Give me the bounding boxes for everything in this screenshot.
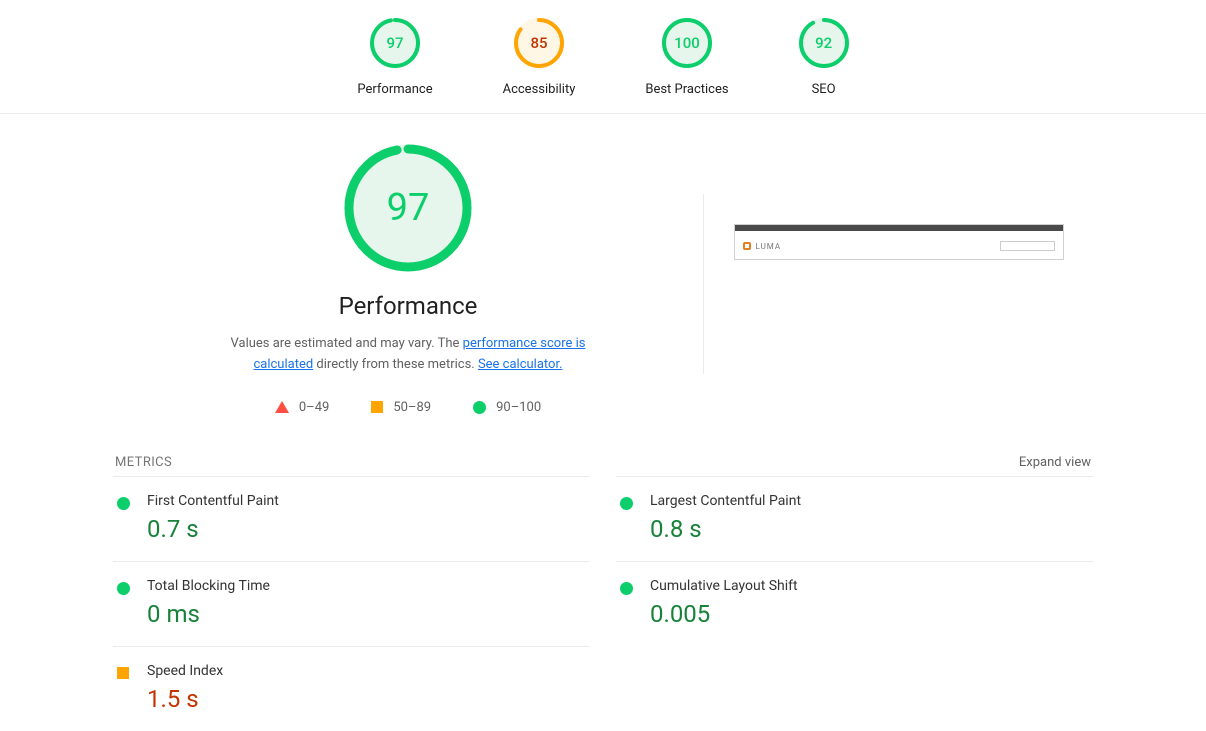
see-calculator-link[interactable]: See calculator.: [478, 357, 563, 372]
thumbnail-brand: LUMA: [756, 242, 782, 251]
score-label: Best Practices: [645, 82, 728, 97]
score-legend: 0–49 50–89 90–100: [275, 400, 541, 415]
square-icon: [371, 401, 383, 413]
metric-speed-index[interactable]: Speed Index 1.5 s: [113, 646, 590, 731]
metrics-heading: METRICS: [115, 455, 172, 470]
gauge-best-practices: 100: [662, 18, 712, 68]
metric-largest-contentful-paint[interactable]: Largest Contentful Paint 0.8 s: [616, 476, 1093, 561]
score-value: 92: [799, 18, 849, 68]
score-value: 97: [370, 18, 420, 68]
circle-icon: [473, 401, 486, 414]
circle-icon: [117, 582, 130, 595]
gauge-accessibility: 85: [514, 18, 564, 68]
section-title: Performance: [339, 292, 478, 320]
performance-big-score: 97: [344, 144, 472, 272]
category-score-bar: 97 Performance 85 Accessibility 100 Best…: [0, 0, 1206, 114]
metric-value: 0.005: [650, 600, 798, 628]
legend-label: 0–49: [299, 400, 329, 415]
metric-value: 1.5 s: [147, 685, 223, 713]
page-screenshot-thumbnail: LUMA: [734, 224, 1064, 260]
metric-label: Speed Index: [147, 663, 223, 679]
circle-icon: [620, 582, 633, 595]
thumbnail-search-box: [1000, 241, 1055, 251]
performance-big-gauge: 97: [344, 144, 472, 272]
metric-total-blocking-time[interactable]: Total Blocking Time 0 ms: [113, 561, 590, 646]
metric-value: 0 ms: [147, 600, 270, 628]
score-best-practices[interactable]: 100 Best Practices: [645, 18, 728, 97]
desc-text: directly from these metrics.: [313, 357, 478, 372]
performance-section: 97 Performance Values are estimated and …: [113, 114, 1093, 731]
score-label: SEO: [812, 82, 836, 97]
square-icon: [117, 667, 129, 679]
circle-icon: [620, 497, 633, 510]
metric-value: 0.7 s: [147, 515, 279, 543]
metric-label: First Contentful Paint: [147, 493, 279, 509]
metric-value: 0.8 s: [650, 515, 801, 543]
metric-label: Cumulative Layout Shift: [650, 578, 798, 594]
metric-cumulative-layout-shift[interactable]: Cumulative Layout Shift 0.005: [616, 561, 1093, 646]
score-label: Accessibility: [503, 82, 576, 97]
gauge-seo: 92: [799, 18, 849, 68]
expand-view-toggle[interactable]: Expand view: [1019, 455, 1091, 470]
score-value: 85: [514, 18, 564, 68]
metrics-grid: First Contentful Paint 0.7 s Largest Con…: [113, 476, 1093, 731]
metric-label: Largest Contentful Paint: [650, 493, 801, 509]
metric-first-contentful-paint[interactable]: First Contentful Paint 0.7 s: [113, 476, 590, 561]
score-seo[interactable]: 92 SEO: [799, 18, 849, 97]
score-accessibility[interactable]: 85 Accessibility: [503, 18, 576, 97]
luma-logo-icon: [743, 242, 751, 250]
desc-text: Values are estimated and may vary. The: [231, 336, 463, 351]
legend-average: 50–89: [371, 400, 431, 415]
performance-description: Values are estimated and may vary. The p…: [228, 334, 588, 376]
score-performance[interactable]: 97 Performance: [357, 18, 432, 97]
metric-label: Total Blocking Time: [147, 578, 270, 594]
legend-fail: 0–49: [275, 400, 329, 415]
legend-pass: 90–100: [473, 400, 541, 415]
legend-label: 50–89: [393, 400, 431, 415]
triangle-icon: [275, 401, 289, 413]
score-label: Performance: [357, 82, 432, 97]
gauge-performance: 97: [370, 18, 420, 68]
circle-icon: [117, 497, 130, 510]
score-value: 100: [662, 18, 712, 68]
legend-label: 90–100: [496, 400, 541, 415]
